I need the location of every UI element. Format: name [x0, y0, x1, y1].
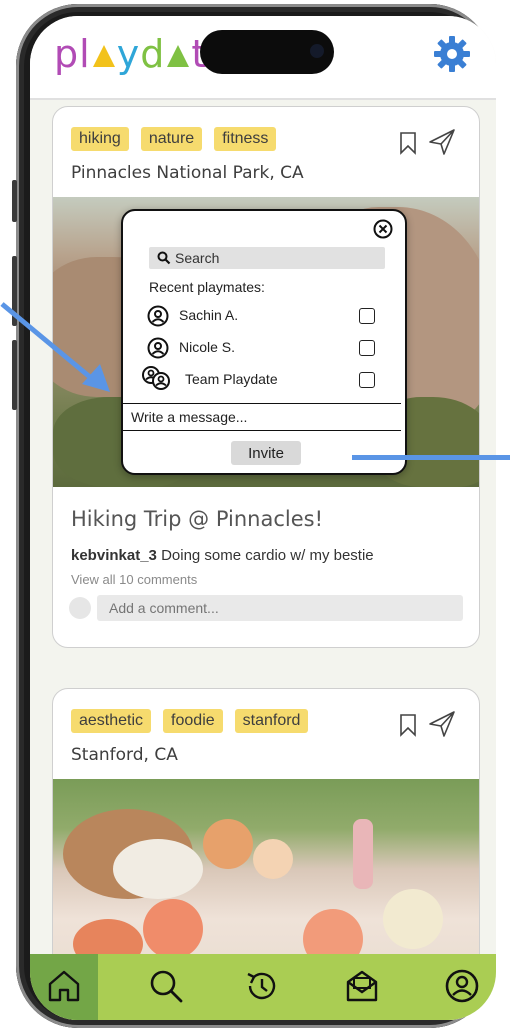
search-icon[interactable]	[148, 968, 184, 1004]
caption-text: Doing some cardio w/ my bestie	[161, 547, 374, 564]
annotation-arrow	[0, 302, 110, 392]
tag-chip[interactable]: foodie	[163, 709, 223, 733]
playmate-name: Team Playdate	[185, 371, 278, 387]
tag-chip[interactable]: hiking	[71, 127, 129, 151]
tag-chip[interactable]: fitness	[214, 127, 277, 151]
playmate-checkbox[interactable]	[359, 308, 375, 324]
search-icon	[157, 251, 171, 265]
group-icon	[142, 366, 170, 390]
person-icon	[147, 337, 169, 359]
playdate-logo[interactable]: plydt	[54, 32, 207, 76]
playmate-name: Sachin A.	[179, 307, 239, 323]
close-icon[interactable]	[373, 219, 393, 239]
avatar	[69, 597, 91, 619]
app-header: plydt	[30, 16, 496, 100]
phone-side-button	[12, 180, 17, 222]
annotation-arrow	[352, 455, 510, 460]
playmate-checkbox[interactable]	[359, 340, 375, 356]
view-comments-link[interactable]: View all 10 comments	[71, 572, 197, 587]
profile-icon[interactable]	[444, 968, 480, 1004]
tag-chip[interactable]: aesthetic	[71, 709, 152, 733]
message-input[interactable]: Write a message...	[123, 403, 401, 431]
gear-icon[interactable]	[432, 34, 472, 74]
app-screen: plydt hiking nature fitness Pinnacles Na…	[30, 16, 496, 1020]
invite-modal: Search Recent playmates: Sachin A. Nicol…	[121, 209, 407, 475]
search-placeholder: Search	[175, 250, 220, 266]
send-icon[interactable]	[427, 709, 457, 739]
post-location: Pinnacles National Park, CA	[71, 163, 304, 183]
playmate-row[interactable]: Team Playdate	[142, 366, 377, 393]
post-location: Stanford, CA	[71, 745, 178, 765]
playmate-name: Nicole S.	[179, 339, 236, 355]
bookmark-icon[interactable]	[399, 713, 417, 737]
comment-input[interactable]	[97, 595, 463, 621]
send-icon[interactable]	[427, 127, 457, 157]
post-title: Hiking Trip @ Pinnacles!	[71, 507, 324, 531]
post-photo[interactable]	[53, 779, 479, 979]
playmate-row[interactable]: Nicole S.	[147, 337, 377, 361]
tag-list: aesthetic foodie stanford	[71, 709, 309, 733]
tag-list: hiking nature fitness	[71, 127, 277, 151]
playmate-row[interactable]: Sachin A.	[147, 305, 377, 329]
post-caption: kebvinkat_3 Doing some cardio w/ my best…	[71, 547, 374, 564]
invite-button[interactable]: Invite	[231, 441, 301, 465]
playmate-checkbox[interactable]	[359, 372, 375, 388]
playmate-search-input[interactable]: Search	[149, 247, 385, 269]
tag-chip[interactable]: nature	[140, 127, 203, 151]
person-icon	[147, 305, 169, 327]
bottom-nav	[30, 954, 496, 1020]
recent-playmates-label: Recent playmates:	[149, 279, 265, 295]
home-icon[interactable]	[46, 968, 82, 1004]
inbox-icon[interactable]	[344, 968, 380, 1004]
history-icon[interactable]	[244, 968, 280, 1004]
post-author[interactable]: kebvinkat_3	[71, 547, 157, 564]
dynamic-island	[200, 30, 334, 74]
tag-chip[interactable]: stanford	[234, 709, 309, 733]
bookmark-icon[interactable]	[399, 131, 417, 155]
comment-row	[69, 595, 465, 623]
